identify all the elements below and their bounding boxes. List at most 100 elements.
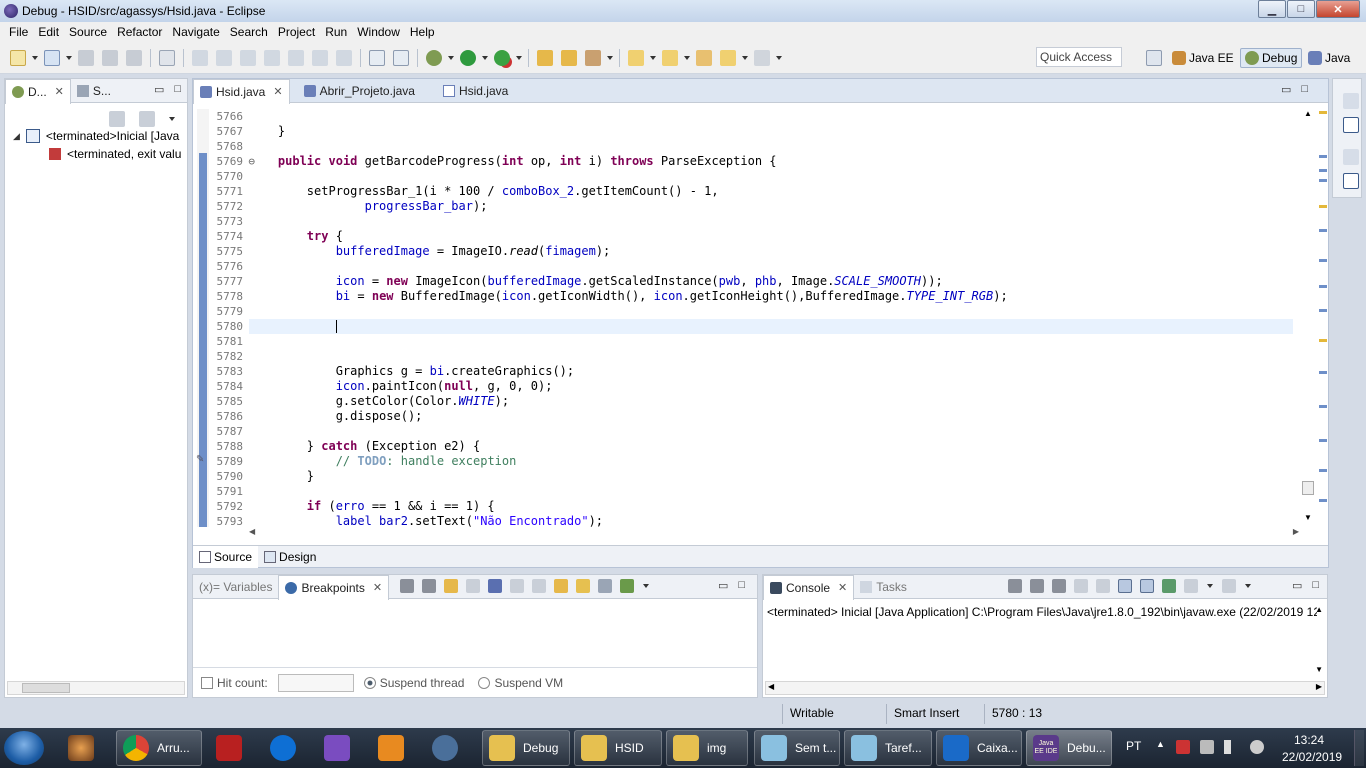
back-dropdown-icon[interactable] — [742, 55, 748, 60]
search-dropdown-icon[interactable] — [607, 55, 613, 60]
show-console-on-error-icon[interactable] — [1140, 579, 1154, 593]
step-into-icon[interactable] — [288, 49, 304, 66]
tab-debug[interactable]: D... ✕ — [5, 78, 71, 104]
tab-console[interactable]: Console ✕ — [763, 574, 855, 600]
overview-mark[interactable] — [1319, 169, 1327, 172]
close-tab-icon[interactable]: ✕ — [838, 581, 847, 594]
remove-all-terminated-icon[interactable] — [1052, 579, 1066, 593]
close-tab-icon[interactable]: ✕ — [55, 85, 64, 98]
next-annotation-dropdown-icon[interactable] — [650, 55, 656, 60]
previous-annotation-icon[interactable] — [662, 49, 678, 66]
suspend-thread-radio[interactable] — [363, 676, 376, 689]
taskbar-notepad-1[interactable]: Sem t... — [754, 730, 840, 766]
maximize-editor-icon[interactable]: □ — [1301, 83, 1308, 96]
tab-variables[interactable]: (x)= Variables — [193, 575, 278, 599]
taskbar-notepad-2[interactable]: Taref... — [844, 730, 932, 766]
view-menu-icon[interactable] — [169, 117, 175, 121]
taskbar-media-player[interactable] — [62, 730, 108, 766]
overview-mark[interactable] — [1319, 339, 1327, 342]
overview-ruler[interactable] — [1319, 109, 1327, 529]
network-alert-icon[interactable] — [1176, 740, 1190, 754]
overview-mark[interactable] — [1319, 309, 1327, 312]
back-icon[interactable] — [720, 49, 736, 66]
previous-annotation-dropdown-icon[interactable] — [684, 55, 690, 60]
tab-servers[interactable]: S... — [71, 79, 117, 103]
outline-icon[interactable] — [1343, 117, 1359, 133]
minimize-view-icon[interactable]: ▭ — [1292, 579, 1302, 592]
drop-to-frame-icon[interactable] — [393, 49, 409, 66]
new-icon[interactable] — [10, 49, 26, 66]
menu-window[interactable]: Window — [352, 25, 405, 39]
print-icon[interactable] — [126, 49, 142, 66]
skip-breakpoints-icon[interactable] — [159, 49, 175, 66]
scroll-down-icon[interactable]: ▼ — [1315, 665, 1323, 674]
add-java-breakpoint-icon[interactable] — [598, 579, 612, 593]
open-type-icon[interactable] — [537, 49, 553, 66]
display-selected-console-icon[interactable] — [1184, 579, 1198, 593]
expand-icon[interactable]: ◢ — [13, 131, 20, 142]
start-button[interactable] — [4, 731, 44, 765]
run-dropdown-icon[interactable] — [482, 55, 488, 60]
close-button[interactable]: ✕ — [1316, 0, 1360, 18]
remove-all-breakpoints-icon[interactable] — [422, 579, 436, 593]
external-tools-dropdown-icon[interactable] — [516, 55, 522, 60]
show-supported-breakpoints-icon[interactable] — [444, 579, 458, 593]
scroll-up-icon[interactable]: ▲ — [1304, 109, 1312, 118]
scroll-down-icon[interactable]: ▼ — [1304, 513, 1312, 522]
code-area[interactable]: } public void getBarcodeProgress(int op,… — [249, 109, 1293, 527]
skip-all-breakpoints-icon[interactable] — [488, 579, 502, 593]
clear-console-icon[interactable] — [1074, 579, 1088, 593]
menu-refactor[interactable]: Refactor — [112, 25, 167, 39]
show-console-on-output-icon[interactable] — [1118, 579, 1132, 593]
scroll-lock-icon[interactable] — [1096, 579, 1110, 593]
remove-launch-icon[interactable] — [1030, 579, 1044, 593]
tab-source[interactable]: Source — [193, 545, 259, 568]
volume-icon[interactable] — [1250, 740, 1264, 754]
overview-mark[interactable] — [1319, 439, 1327, 442]
overview-mark[interactable] — [1319, 155, 1327, 158]
show-desktop-button[interactable] — [1354, 730, 1364, 766]
perspective-java-ee[interactable]: Java EE — [1172, 48, 1234, 68]
taskbar-chrome[interactable]: Arru... — [116, 730, 202, 766]
editor-horizontal-scrollbar[interactable]: ◀ ▶ — [249, 527, 1299, 541]
menu-search[interactable]: Search — [225, 25, 273, 39]
overview-mark[interactable] — [1319, 469, 1327, 472]
menu-file[interactable]: File — [4, 25, 33, 39]
debug-icon[interactable] — [426, 49, 442, 66]
scroll-right-icon[interactable]: ▶ — [1293, 527, 1299, 536]
taskbar-hsid-folder[interactable]: HSID — [574, 730, 662, 766]
collapse-all-icon[interactable] — [139, 111, 155, 127]
remove-breakpoint-icon[interactable] — [400, 579, 414, 593]
terminate-icon[interactable] — [240, 49, 256, 66]
step-return-icon[interactable] — [336, 49, 352, 66]
last-edit-location-icon[interactable] — [696, 49, 712, 66]
perspective-debug[interactable]: Debug — [1240, 48, 1303, 68]
show-hidden-icons-icon[interactable]: ▲ — [1156, 739, 1165, 749]
tree-item-launch[interactable]: ◢ <terminated>Inicial [Java — [13, 129, 187, 143]
go-to-file-icon[interactable] — [466, 579, 480, 593]
menu-navigate[interactable]: Navigate — [167, 25, 224, 39]
save-icon[interactable] — [78, 49, 94, 66]
disconnect-icon[interactable] — [264, 49, 280, 66]
tab-abrir-projeto[interactable]: Abrir_Projeto.java — [298, 79, 421, 103]
scroll-right-icon[interactable]: ▶ — [1316, 682, 1322, 691]
network-icon[interactable] — [1224, 740, 1238, 754]
menu-run[interactable]: Run — [320, 25, 352, 39]
open-perspective-icon[interactable] — [1146, 50, 1162, 66]
view-menu-icon[interactable] — [643, 584, 649, 588]
overview-mark[interactable] — [1319, 259, 1327, 262]
taskbar-img-folder[interactable]: img — [666, 730, 748, 766]
overview-mark[interactable] — [1319, 405, 1327, 408]
taskbar-debug-folder[interactable]: Debug — [482, 730, 570, 766]
overview-mark[interactable] — [1319, 229, 1327, 232]
tab-tasks[interactable]: Tasks — [854, 575, 913, 599]
step-filters-icon[interactable] — [620, 579, 634, 593]
scroll-thumb[interactable] — [1302, 481, 1314, 495]
horizontal-scrollbar[interactable] — [7, 681, 185, 695]
overview-mark[interactable] — [1319, 205, 1327, 208]
close-tab-icon[interactable]: ✕ — [373, 581, 382, 594]
remove-terminated-icon[interactable] — [109, 111, 125, 127]
tab-breakpoints[interactable]: Breakpoints ✕ — [278, 574, 390, 600]
next-annotation-icon[interactable] — [628, 49, 644, 66]
hit-count-input[interactable] — [277, 673, 354, 692]
